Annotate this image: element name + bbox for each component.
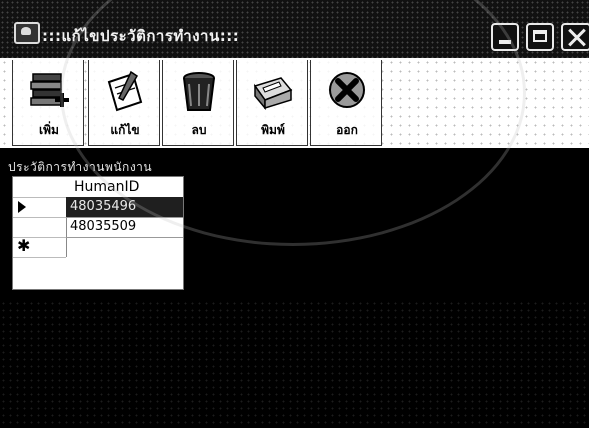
close-button[interactable] [561,23,589,51]
column-header-humanid[interactable]: HumanID [66,177,183,198]
minimize-button[interactable] [491,23,519,51]
delete-button[interactable]: ลบ [162,60,234,146]
trash-bin-icon [183,72,215,111]
row-header[interactable] [13,217,66,238]
new-row-header[interactable]: ✱ [13,236,66,258]
print-button[interactable]: พิมพ์ [236,60,308,146]
printer-icon [253,77,293,111]
maximize-button[interactable] [526,23,554,51]
toolbar: เพิ่ม แก้ไข ลบ พิมพ์ ออก [0,58,589,150]
table-row[interactable]: 48035509 [66,217,183,238]
app-window: :::แก้ไขประวัติการทำงาน::: เพิ่ม แก้ไข ล… [0,0,589,428]
app-icon [14,22,40,44]
exit-button-label: ออก [336,123,358,137]
section-title: ประวัติการทำงานพนักงาน [8,160,153,174]
print-button-label: พิมพ์ [261,123,285,137]
cell-humanid: 48035496 [70,199,137,214]
add-button[interactable]: เพิ่ม [12,60,84,146]
cell-humanid: 48035509 [70,219,137,234]
table-row[interactable]: 48035496 [66,197,183,218]
edit-button-label: แก้ไข [110,123,140,137]
data-grid[interactable]: HumanID 48035496 48035509 ✱ [12,176,184,290]
exit-x-icon [329,72,365,108]
exit-button[interactable]: ออก [310,60,382,146]
delete-button-label: ลบ [191,123,207,137]
row-header[interactable] [13,197,66,218]
new-row[interactable] [66,237,183,258]
window-title: :::แก้ไขประวัติการทำงาน::: [42,27,240,45]
corner-header [13,177,66,198]
add-books-icon [30,73,69,107]
grid-empty-area [66,257,183,289]
title-bar[interactable]: :::แก้ไขประวัติการทำงาน::: [0,0,589,58]
row-pointer-icon [18,201,26,213]
column-header-label: HumanID [74,179,140,195]
new-row-asterisk-icon: ✱ [17,236,31,255]
edit-pencil-icon [107,70,143,112]
edit-button[interactable]: แก้ไข [88,60,160,146]
add-button-label: เพิ่ม [39,123,59,137]
empty-workspace [0,300,589,428]
